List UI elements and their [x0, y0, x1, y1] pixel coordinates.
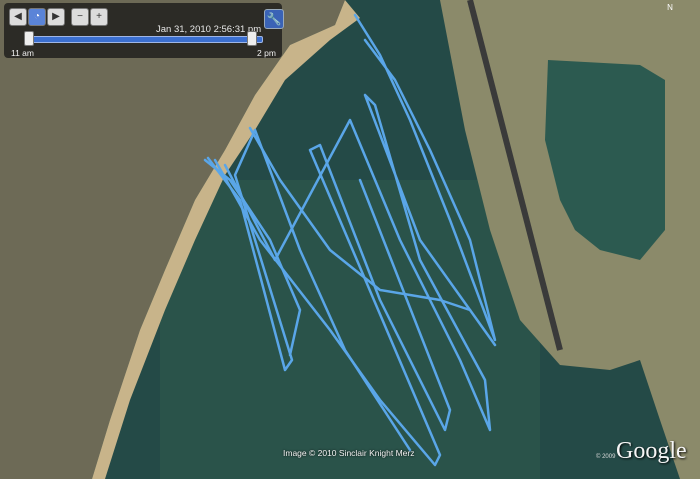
forward-icon[interactable]: ▶ — [47, 8, 65, 26]
slider-start-handle[interactable] — [24, 31, 34, 46]
zoom-in-icon[interactable]: + — [90, 8, 108, 26]
time-slider-track[interactable] — [28, 36, 263, 43]
end-time-label: 2 pm — [257, 48, 276, 58]
satellite-map[interactable] — [0, 0, 700, 479]
image-credit: Image © 2010 Sinclair Knight Merz — [283, 448, 415, 458]
google-logo: Google — [616, 438, 687, 464]
datetime-label: Jan 31, 2010 2:56:31 pm — [156, 24, 262, 35]
wrench-icon[interactable]: 🔧 — [264, 9, 284, 29]
copyright-year: © 2009 — [596, 454, 616, 460]
slider-end-handle[interactable] — [246, 31, 257, 46]
clock-icon[interactable]: ◔ — [28, 8, 46, 26]
north-indicator[interactable]: N — [664, 3, 676, 15]
back-icon[interactable]: ◀ — [9, 8, 27, 26]
time-slider-panel: ◀ ◔ ▶ − + 🔧 Jan 31, 2010 2:56:31 pm 11 a… — [4, 3, 284, 58]
zoom-out-icon[interactable]: − — [71, 8, 89, 26]
start-time-label: 11 am — [11, 48, 34, 58]
